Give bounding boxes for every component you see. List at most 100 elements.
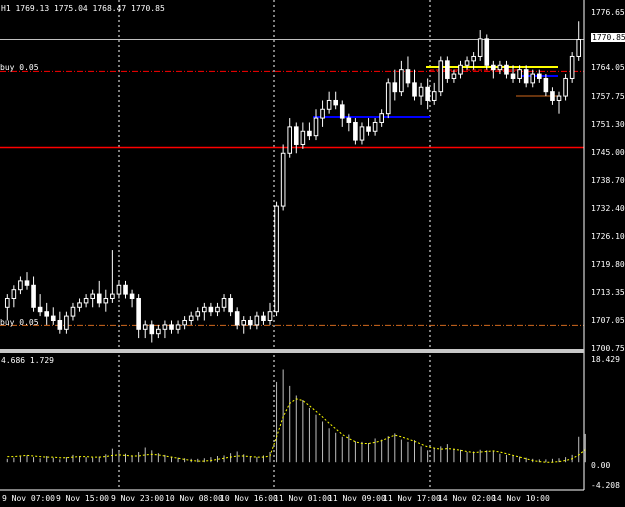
indicator-tick: -4.208 <box>591 481 620 490</box>
price-tick: 1738.70 <box>591 176 625 185</box>
candle-body <box>497 64 503 71</box>
candle-body <box>44 311 49 317</box>
candle-body <box>11 289 17 299</box>
candle-body <box>64 315 69 330</box>
candle-body <box>208 306 214 313</box>
time-tick: 14 Nov 10:00 <box>492 494 550 503</box>
candle-body <box>392 82 398 93</box>
candle-body <box>359 126 365 141</box>
time-tick: 10 Nov 08:00 <box>165 494 223 503</box>
candle-body <box>353 121 358 141</box>
candle-body <box>90 293 95 299</box>
candle-body <box>149 324 155 335</box>
candle-body <box>326 99 332 110</box>
ohlc-label: H1 1769.13 1775.04 1768.47 1770.85 <box>1 4 165 13</box>
candles <box>4 21 582 343</box>
candle-body <box>385 82 391 115</box>
candle-body <box>346 117 352 123</box>
candle-body <box>83 297 89 304</box>
candle-body <box>405 69 411 84</box>
candle-body <box>563 77 568 97</box>
candle-body <box>103 297 109 304</box>
candle-body <box>569 55 575 79</box>
candle-body <box>234 311 240 326</box>
candle-body <box>550 91 555 101</box>
price-tick: 1719.80 <box>591 260 625 269</box>
price-chart[interactable] <box>0 0 625 507</box>
time-tick: 9 Nov 15:00 <box>56 494 109 503</box>
time-tick: 11 Nov 01:00 <box>274 494 332 503</box>
candle-body <box>379 113 384 123</box>
candle-body <box>287 126 293 154</box>
candle-body <box>576 39 582 57</box>
candle-body <box>458 64 463 75</box>
candle-body <box>418 86 424 97</box>
time-tick: 9 Nov 23:00 <box>111 494 164 503</box>
candle-body <box>228 297 233 313</box>
indicator-label: 4.686 1.729 <box>1 356 54 365</box>
candle-body <box>504 64 509 75</box>
candle-body <box>523 69 529 84</box>
candle-body <box>484 38 490 66</box>
candle-body <box>313 117 319 137</box>
order-label-top[interactable]: buy 0.05 <box>0 63 39 72</box>
candle-body <box>18 280 23 291</box>
price-tick: 1732.40 <box>591 204 625 213</box>
time-tick: 11 Nov 17:00 <box>383 494 441 503</box>
indicator-tick: 0.00 <box>591 461 611 470</box>
candle-body <box>156 328 161 335</box>
candle-body <box>366 126 371 132</box>
price-tick: 1707.05 <box>591 316 625 325</box>
candle-body <box>142 324 148 330</box>
candle-body <box>175 324 181 330</box>
candle-body <box>491 64 496 71</box>
candle-body <box>431 91 437 101</box>
current-price-tag: 1770.85 <box>591 33 625 42</box>
price-tick: 1776.65 <box>591 8 625 17</box>
candle-body <box>267 311 273 321</box>
price-tick: 1700.75 <box>591 344 625 353</box>
candle-body <box>530 73 536 84</box>
candle-body <box>261 315 266 321</box>
candle-body <box>248 319 253 326</box>
candle-body <box>24 280 30 286</box>
candle-body <box>293 126 299 145</box>
candle-body <box>96 293 102 304</box>
candle-body <box>50 315 56 321</box>
time-tick: 14 Nov 02:00 <box>438 494 496 503</box>
candle-body <box>116 284 122 295</box>
candle-body <box>241 319 247 326</box>
candle-body <box>510 73 516 79</box>
candle-body <box>136 297 141 330</box>
price-tick: 1713.35 <box>591 288 625 297</box>
candle-body <box>215 306 220 313</box>
price-tick: 1757.75 <box>591 92 625 101</box>
candle-body <box>110 293 115 299</box>
candle-body <box>320 108 325 119</box>
candle-body <box>70 306 76 317</box>
candle-body <box>123 284 128 295</box>
candle-body <box>477 38 483 57</box>
candle-body <box>169 324 174 330</box>
indicator-tick: 18.429 <box>591 355 620 364</box>
candle-body <box>280 152 286 207</box>
candle-body <box>438 60 444 93</box>
candle-body <box>517 69 522 79</box>
candle-body <box>300 130 306 145</box>
candle-body <box>556 95 562 101</box>
candle-body <box>162 324 168 330</box>
order-label-bottom[interactable]: buy 0.05 <box>0 318 39 327</box>
candle-body <box>399 69 404 93</box>
time-tick: 9 Nov 07:00 <box>2 494 55 503</box>
candle-body <box>445 60 450 79</box>
candle-body <box>254 315 260 326</box>
indicator-pane <box>6 369 586 463</box>
price-levels[interactable] <box>0 39 584 326</box>
candle-body <box>182 319 187 326</box>
pane-splitter <box>0 349 584 353</box>
candle-body <box>221 297 227 308</box>
candle-body <box>37 306 43 313</box>
candle-body <box>4 297 10 308</box>
time-tick: 10 Nov 16:00 <box>220 494 278 503</box>
candle-body <box>339 104 345 119</box>
